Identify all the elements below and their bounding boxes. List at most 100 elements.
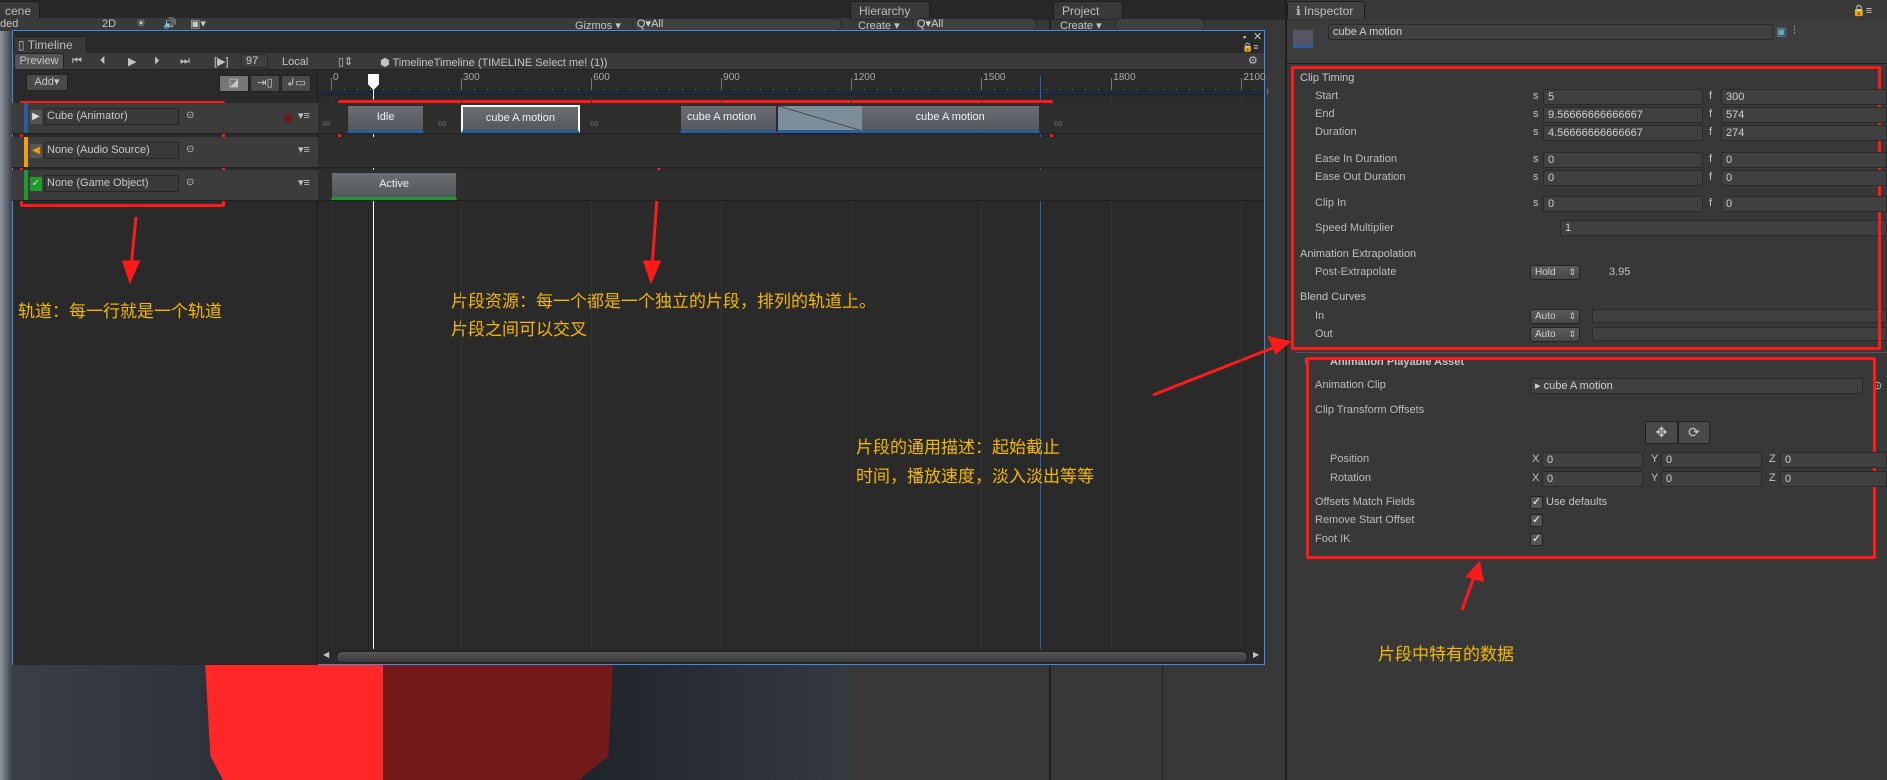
project-tab[interactable]: Project [1053, 1, 1123, 19]
track-menu-icon[interactable]: ▾≡ [298, 143, 310, 156]
track-menu-icon[interactable]: ▾≡ [298, 176, 310, 189]
foldout-icon[interactable]: ◤ [1305, 356, 1311, 365]
scroll-left-arrow[interactable]: ◀ [323, 650, 329, 659]
track-binding-field[interactable]: Cube (Animator) [44, 108, 179, 125]
inspector-lock-icon[interactable]: 🔒≡ [1852, 4, 1872, 17]
audio-icon[interactable]: 🔊 [163, 17, 177, 30]
timing-label: Ease Out Duration [1315, 171, 1406, 183]
blend-in-curve[interactable] [1592, 309, 1887, 323]
frames-field[interactable]: 300 [1721, 89, 1887, 105]
track-header[interactable]: ▶ Cube (Animator) ⊙ ▾≡ [12, 103, 318, 134]
object-picker-icon[interactable]: ⊙ [1873, 379, 1882, 392]
play-button[interactable]: ▶ [128, 55, 136, 68]
scene-tab[interactable]: cene [0, 1, 41, 19]
blend-out-curve[interactable] [1592, 327, 1887, 341]
frame-field[interactable]: 97 [241, 54, 268, 68]
lock-menu-icon[interactable]: 🔒≡ [1242, 42, 1258, 53]
horizontal-scrollbar[interactable] [336, 651, 1248, 663]
speed-field[interactable]: 1 [1560, 220, 1887, 236]
rotate-tool-button[interactable]: ⟳ [1678, 421, 1710, 444]
hierarchy-tab[interactable]: Hierarchy [850, 1, 930, 19]
animator-icon[interactable]: ▶ [30, 110, 42, 124]
audio-icon[interactable]: ◀ [30, 144, 42, 158]
seconds-field[interactable]: 4.56666666666667 [1543, 125, 1703, 141]
blend-in-dropdown[interactable]: Auto [1530, 309, 1580, 324]
position-z-field[interactable]: 0 [1780, 452, 1887, 468]
help-icon[interactable]: ▣ [1776, 25, 1786, 38]
gameobject-icon: ⬢ [380, 57, 393, 69]
clip[interactable]: cube A motion [776, 105, 1040, 133]
clip[interactable]: Idle [347, 105, 425, 133]
clip[interactable]: Active [331, 172, 458, 200]
settings-icon[interactable]: ⫶ [1793, 25, 1796, 38]
inspector-tab[interactable]: ℹ Inspector [1287, 1, 1365, 19]
move-tool-button[interactable]: ✥ [1645, 421, 1678, 444]
edit-mode-ripple-button[interactable]: ⇥▯ [250, 75, 280, 92]
2d-toggle[interactable]: 2D [102, 18, 116, 30]
frames-field[interactable]: 0 [1721, 170, 1887, 186]
rotation-y-field[interactable]: 0 [1661, 471, 1762, 487]
preview-button[interactable]: Preview [14, 53, 64, 70]
ruler-label: 1800 [1113, 72, 1136, 83]
clip[interactable]: cube A motion [461, 105, 580, 133]
play-range-button[interactable]: [▶] [214, 55, 229, 68]
frames-field[interactable]: 274 [1721, 125, 1887, 141]
ruler-label: 1500 [983, 72, 1006, 83]
local-toggle[interactable]: Local [282, 56, 308, 68]
edit-mode-mix-button[interactable]: ◪ [219, 75, 249, 92]
seconds-field[interactable]: 9.56666666666667 [1543, 107, 1703, 123]
track-row[interactable] [318, 137, 1264, 168]
track-row[interactable] [318, 170, 1264, 201]
blend-curves-title: Blend Curves [1300, 291, 1367, 303]
clip-name-field[interactable]: cube A motion [1328, 24, 1773, 40]
edit-mode-replace-button[interactable]: ↲▭ [281, 75, 311, 92]
seconds-field[interactable]: 0 [1543, 152, 1703, 168]
goto-start-button[interactable]: ⏮ [72, 55, 82, 68]
position-y-field[interactable]: 0 [1661, 452, 1762, 468]
track-binding-field[interactable]: None (Audio Source) [44, 142, 179, 159]
remove-start-offset-checkbox[interactable]: ✓ [1530, 514, 1543, 527]
object-picker-icon[interactable]: ⊙ [186, 177, 194, 188]
clip[interactable]: cube A motion [679, 105, 777, 133]
position-x-field[interactable]: 0 [1542, 452, 1643, 468]
record-button[interactable] [284, 114, 293, 123]
timeline-selector-icon[interactable]: ▯⇕ [338, 55, 353, 68]
track-header[interactable]: ✓ None (Game Object) ⊙ ▾≡ [12, 170, 318, 201]
frames-field[interactable]: 574 [1721, 107, 1887, 123]
blend-out-dropdown[interactable]: Auto [1530, 327, 1580, 342]
track-header[interactable]: ◀ None (Audio Source) ⊙ ▾≡ [12, 137, 318, 168]
timing-label: Duration [1315, 126, 1357, 138]
seconds-field[interactable]: 0 [1543, 196, 1703, 212]
seconds-field[interactable]: 5 [1543, 89, 1703, 105]
prev-frame-button[interactable]: ⏴ [100, 55, 106, 68]
animation-clip-field[interactable]: ▸ cube A motion [1530, 378, 1863, 394]
post-extrapolate-label: Post-Extrapolate [1315, 266, 1397, 278]
seconds-field[interactable]: 0 [1543, 170, 1703, 186]
effects-icon[interactable]: ▣▾ [190, 17, 206, 30]
activation-icon[interactable]: ✓ [30, 177, 42, 191]
lighting-icon[interactable]: ☀ [136, 17, 146, 30]
rotation-z-field[interactable]: 0 [1780, 471, 1887, 487]
goto-end-button[interactable]: ⏭ [180, 55, 190, 68]
track-binding-field[interactable]: None (Game Object) [44, 175, 179, 192]
object-picker-icon[interactable]: ⊙ [186, 110, 194, 121]
maximize-icon[interactable]: ▪ [1243, 32, 1246, 42]
shading-dropdown[interactable]: ded [0, 18, 18, 30]
frames-field[interactable]: 0 [1721, 152, 1887, 168]
foot-ik-checkbox[interactable]: ✓ [1530, 533, 1543, 546]
timeline-breadcrumb[interactable]: ⬢ TimelineTimeline (TIMELINE Select me! … [380, 56, 607, 69]
inspector-tab-label: Inspector [1303, 4, 1354, 18]
offsets-match-checkbox[interactable]: ✓ [1530, 496, 1543, 509]
scroll-right-arrow[interactable]: ▶ [1253, 650, 1259, 659]
settings-gear-icon[interactable]: ⚙ [1248, 54, 1258, 67]
post-extrapolate-dropdown[interactable]: Hold [1530, 265, 1580, 280]
extrapolation-infinity-icon: ∞ [1054, 116, 1063, 130]
track-menu-icon[interactable]: ▾≡ [298, 109, 310, 122]
rotation-x-field[interactable]: 0 [1542, 471, 1643, 487]
time-ruler[interactable]: 0 300 600 900 1200 1500 1800 2100 [319, 71, 1269, 95]
object-picker-icon[interactable]: ⊙ [186, 144, 194, 155]
frames-field[interactable]: 0 [1721, 196, 1887, 212]
next-frame-button[interactable]: ⏵ [154, 55, 160, 68]
timeline-tab[interactable]: ▯ Timeline [13, 36, 87, 53]
add-track-button[interactable]: Add▾ [26, 74, 68, 91]
